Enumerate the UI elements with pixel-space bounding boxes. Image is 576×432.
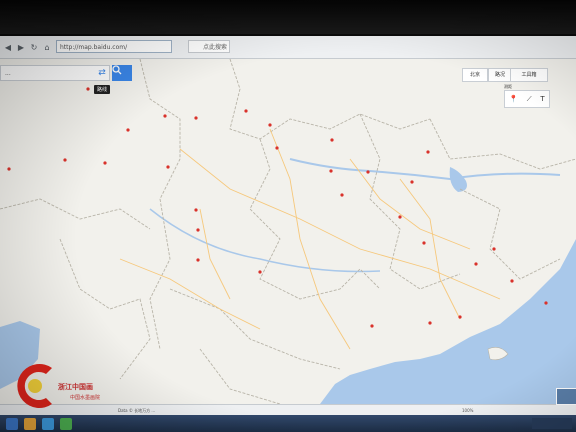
monitor-bezel xyxy=(0,0,576,34)
start-icon[interactable] xyxy=(6,417,18,430)
river xyxy=(289,158,561,181)
address-bar[interactable]: http://map.baidu.com/ xyxy=(56,40,172,53)
traffic-button[interactable]: 路况 xyxy=(488,68,512,82)
river xyxy=(149,208,381,273)
mini-map-toggle[interactable] xyxy=(556,388,576,405)
polyline-icon[interactable]: ⟋ xyxy=(527,95,532,104)
map-canvas[interactable]: ... ⇄ 路线 北京 路况 工具箱 测距 📍 ⟋ T xyxy=(0,59,576,404)
folder-icon[interactable] xyxy=(24,417,36,430)
draw-tools: 📍 ⟋ T xyxy=(504,90,550,108)
refresh-icon[interactable]: ↻ xyxy=(29,42,39,52)
browser-icon[interactable] xyxy=(42,417,54,430)
browser-toolbar: ◀ ▶ ↻ ⌂ http://map.baidu.com/ 点此搜索 xyxy=(0,36,576,59)
magnifier-icon xyxy=(112,65,122,75)
home-icon[interactable]: ⌂ xyxy=(42,42,52,52)
pin-icon[interactable]: 📍 xyxy=(509,95,518,103)
south-china-sea xyxy=(320,239,576,404)
route-icon[interactable]: ⇄ xyxy=(96,66,108,80)
monitor-screen: ◀ ▶ ↻ ⌂ http://map.baidu.com/ 点此搜索 ... ⇄… xyxy=(0,0,576,432)
back-icon[interactable]: ◀ xyxy=(3,42,13,52)
map-pins xyxy=(7,87,548,328)
browser-search-input[interactable]: 点此搜索 xyxy=(188,40,230,53)
logo-title: 浙江中国画 xyxy=(58,383,93,391)
city-switch-button[interactable]: 北京 xyxy=(462,68,488,82)
roads xyxy=(119,128,501,350)
map-graphics xyxy=(0,59,576,404)
map-search-input[interactable]: ... xyxy=(0,65,110,81)
map-search-button[interactable] xyxy=(112,65,132,81)
taskbar xyxy=(0,415,576,432)
route-tooltip: 路线 xyxy=(94,85,111,94)
app-icon[interactable] xyxy=(60,417,72,430)
logo-subtitle: 中国水墨画院 xyxy=(70,395,101,401)
system-tray[interactable] xyxy=(532,418,572,429)
toolbox-button[interactable]: 工具箱 xyxy=(510,68,548,82)
text-tool-icon[interactable]: T xyxy=(540,95,544,103)
watermark-logo xyxy=(17,364,52,408)
forward-icon[interactable]: ▶ xyxy=(16,42,26,52)
